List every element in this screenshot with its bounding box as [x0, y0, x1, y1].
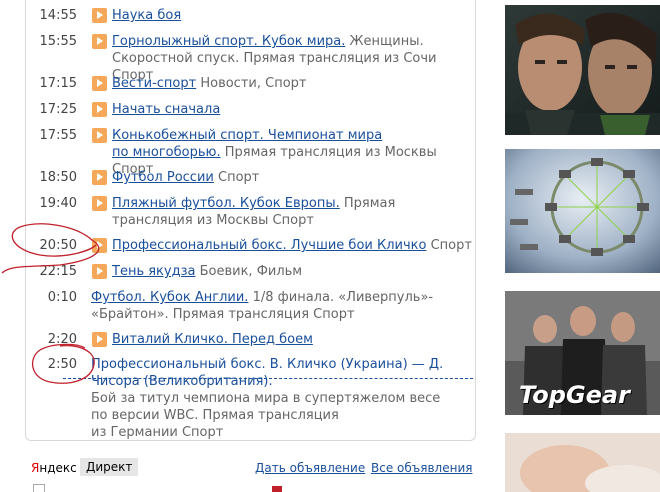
program-meta: «Брайтон». Прямая трансляция Спорт — [91, 307, 355, 322]
program-link[interactable]: Начать сначала — [112, 102, 220, 117]
program-meta: Спорт — [213, 170, 260, 185]
selection-dotted-line — [63, 378, 473, 379]
program-meta: трансляция из Москвы Спорт — [112, 213, 314, 228]
program-link[interactable]: по многоборью. — [112, 145, 221, 160]
play-icon[interactable] — [92, 128, 107, 143]
tv-schedule-panel: 14:55 Наука боя 15:55 Горнолыжный спорт.… — [25, 0, 476, 441]
play-icon[interactable] — [92, 102, 107, 117]
time-label: 2:50 — [47, 357, 77, 372]
supernatural-poster[interactable] — [505, 5, 660, 135]
program-link[interactable]: Чисора (Великобритания). — [91, 374, 273, 389]
program-meta: Спорт — [426, 238, 472, 253]
program-link[interactable]: Вести-спорт — [112, 76, 196, 91]
time-label: 17:15 — [39, 76, 77, 91]
program-meta: Бой за титул чемпиона мира в супертяжело… — [91, 391, 441, 406]
baby-image[interactable] — [505, 433, 660, 492]
time-label: 2:20 — [47, 332, 77, 347]
program-link[interactable]: Конькобежный спорт. Чемпионат мира — [112, 128, 382, 143]
program-meta: Женщины. — [345, 34, 424, 49]
give-ad-link[interactable]: Дать объявление — [255, 461, 365, 475]
time-label: 20:50 — [39, 238, 77, 253]
play-icon[interactable] — [92, 332, 107, 347]
program-link[interactable]: Пляжный футбол. Кубок Европы. — [112, 196, 340, 211]
play-icon[interactable] — [92, 238, 107, 253]
program-meta: 1/8 финала. «Ливерпуль»- — [248, 290, 434, 305]
program-link[interactable]: Профессиональный бокс. В. Кличко (Украин… — [91, 357, 443, 372]
time-label: 15:55 — [39, 34, 77, 49]
space-station-image[interactable] — [505, 149, 660, 273]
play-icon[interactable] — [92, 170, 107, 185]
time-label: 17:25 — [39, 102, 77, 117]
yandex-logo: Яндекс — [31, 461, 77, 475]
program-meta: по версии WBC. Прямая трансляция — [91, 408, 339, 423]
time-label: 17:55 — [39, 128, 77, 143]
direkt-label[interactable]: Директ — [80, 458, 139, 476]
program-link[interactable]: Горнолыжный спорт. Кубок мира. — [112, 34, 345, 49]
program-link[interactable]: Наука боя — [112, 8, 181, 23]
program-link[interactable]: Виталий Кличко. Перед боем — [112, 332, 313, 347]
ad-list-cutoff — [33, 484, 483, 492]
time-label: 14:55 — [39, 8, 77, 23]
top-gear-image[interactable]: TopGear — [505, 291, 660, 415]
time-label: 22:15 — [39, 264, 77, 279]
play-icon[interactable] — [92, 196, 107, 211]
program-link[interactable]: Тень якудза — [112, 264, 195, 279]
time-label: 18:50 — [39, 170, 77, 185]
play-icon[interactable] — [92, 264, 107, 279]
play-icon[interactable] — [92, 34, 107, 49]
program-link[interactable]: Футбол. Кубок Англии. — [91, 290, 248, 305]
program-meta: Прямая — [339, 196, 396, 211]
yandex-direct-bar: Яндекс Директ Дать объявление Все объявл… — [25, 458, 474, 478]
time-label: 0:10 — [47, 290, 77, 305]
program-meta: Боевик, Фильм — [195, 264, 303, 279]
program-link[interactable]: Футбол России — [112, 170, 214, 185]
all-ads-link[interactable]: Все объявления — [371, 461, 472, 475]
play-icon[interactable] — [92, 8, 107, 23]
program-link[interactable]: Профессиональный бокс. Лучшие бои Кличко — [112, 238, 426, 253]
program-meta: Новости, Спорт — [196, 76, 307, 91]
time-label: 19:40 — [39, 196, 77, 211]
program-meta: из Германии Спорт — [91, 425, 224, 440]
play-icon[interactable] — [92, 76, 107, 91]
top-gear-caption: TopGear — [519, 381, 630, 409]
